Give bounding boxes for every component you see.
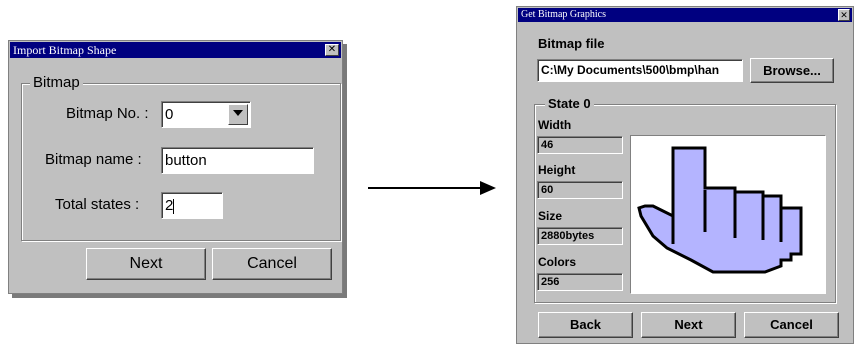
bitmap-group-label: Bitmap [30, 74, 83, 91]
browse-button[interactable]: Browse... [750, 58, 834, 83]
text-caret [173, 198, 175, 214]
bitmap-file-input[interactable]: C:\My Documents\500\bmp\han [537, 59, 743, 82]
total-states-label: Total states : [55, 196, 140, 213]
close-icon[interactable]: ✕ [838, 9, 850, 21]
import-bitmap-dialog: Import Bitmap Shape ✕ Bitmap Bitmap No. … [8, 40, 343, 294]
colors-label: Colors [538, 255, 577, 269]
state-group-label: State 0 [545, 96, 594, 111]
pointing-hand-bitmap [637, 146, 803, 274]
height-value: 60 [541, 184, 554, 196]
height-label: Height [538, 163, 576, 177]
width-label: Width [538, 118, 572, 132]
size-label: Size [538, 209, 563, 223]
get-dialog-title: Get Bitmap Graphics [521, 9, 606, 20]
bitmap-name-input[interactable]: button [161, 147, 314, 174]
size-value: 2880bytes [541, 230, 595, 242]
import-dialog-titlebar: Import Bitmap Shape ✕ [10, 42, 341, 58]
total-states-value: 2 [165, 197, 174, 214]
bitmap-file-value: C:\My Documents\500\bmp\han [541, 63, 720, 77]
next-button[interactable]: Next [86, 248, 206, 280]
next-button[interactable]: Next [641, 312, 736, 338]
bitmap-file-label: Bitmap file [538, 36, 605, 51]
bitmap-name-value: button [165, 152, 207, 169]
colors-value: 256 [541, 276, 560, 288]
chevron-down-icon[interactable] [228, 104, 248, 125]
right-arrow-icon [368, 181, 496, 195]
get-dialog-titlebar: Get Bitmap Graphics ✕ [518, 8, 852, 22]
height-field: 60 [537, 181, 623, 199]
bitmap-no-value: 0 [165, 106, 174, 123]
cancel-button[interactable]: Cancel [212, 248, 332, 280]
size-field: 2880bytes [537, 227, 623, 245]
close-icon[interactable]: ✕ [325, 44, 339, 56]
import-dialog-title: Import Bitmap Shape [13, 43, 117, 57]
bitmap-name-label: Bitmap name : [45, 151, 142, 168]
bitmap-no-select[interactable]: 0 [161, 101, 251, 128]
bitmap-preview [630, 135, 826, 294]
width-value: 46 [541, 139, 554, 151]
get-bitmap-dialog: Get Bitmap Graphics ✕ Bitmap file C:\My … [516, 6, 854, 344]
colors-field: 256 [537, 273, 623, 291]
bitmap-no-label: Bitmap No. : [66, 105, 149, 122]
width-field: 46 [537, 136, 623, 154]
back-button[interactable]: Back [538, 312, 633, 338]
total-states-input[interactable]: 2 [161, 192, 223, 219]
cancel-button[interactable]: Cancel [744, 312, 839, 338]
